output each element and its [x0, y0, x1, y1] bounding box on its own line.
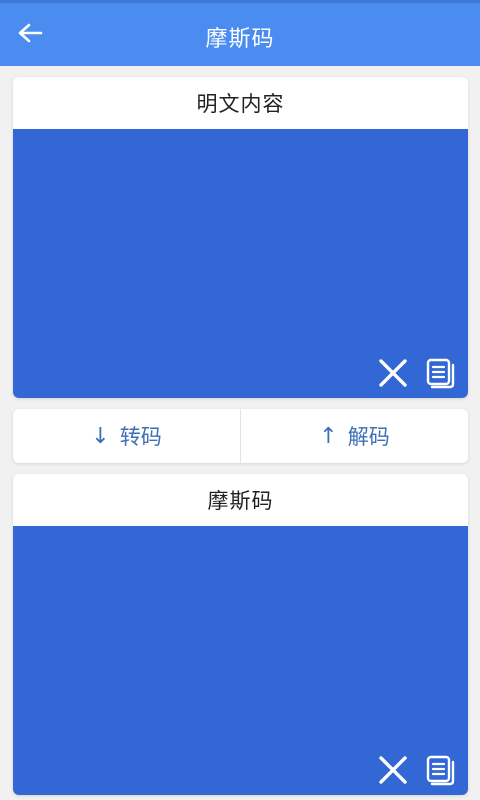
- close-icon: [379, 756, 407, 784]
- copy-icon: [426, 755, 455, 786]
- encode-label: 转码: [119, 425, 162, 449]
- morse-code-actions: [376, 753, 458, 787]
- arrow-up-icon: ↑: [319, 423, 338, 449]
- copy-icon: [426, 358, 455, 389]
- decode-label: 解码: [347, 425, 390, 449]
- page-title: 摩斯码: [205, 27, 275, 52]
- morse-code-panel: [13, 526, 468, 795]
- close-icon: [379, 359, 407, 387]
- morse-code-card-title: 摩斯码: [207, 489, 274, 513]
- top-app-bar: 摩斯码: [0, 0, 480, 66]
- decode-button[interactable]: ↑ 解码: [240, 409, 468, 463]
- clear-morse-code-button[interactable]: [376, 753, 410, 787]
- morse-code-card: 摩斯码: [13, 474, 468, 795]
- plain-text-panel: [13, 129, 468, 398]
- copy-plain-text-button[interactable]: [424, 356, 458, 390]
- plain-text-card: 明文内容: [13, 77, 468, 398]
- convert-bar: ↓ 转码 ↑ 解码: [13, 409, 468, 463]
- arrow-down-icon: ↓: [91, 423, 110, 449]
- plain-text-card-title: 明文内容: [196, 92, 285, 116]
- plain-text-actions: [376, 356, 458, 390]
- copy-morse-code-button[interactable]: [424, 753, 458, 787]
- clear-plain-text-button[interactable]: [376, 356, 410, 390]
- encode-button[interactable]: ↓ 转码: [13, 409, 240, 463]
